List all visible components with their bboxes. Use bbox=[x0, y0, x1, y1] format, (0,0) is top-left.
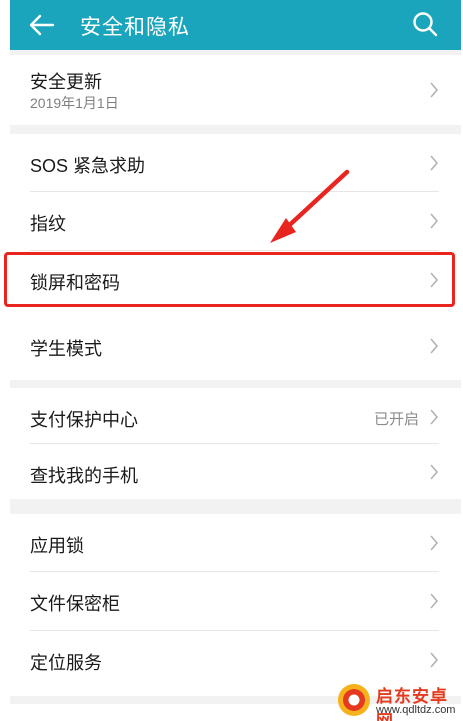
list-item-sublabel: 2019年1月1日 bbox=[30, 95, 119, 111]
chevron-right-icon bbox=[430, 535, 439, 551]
chevron-right-icon bbox=[430, 272, 439, 288]
chevron-right-icon bbox=[430, 155, 439, 171]
list-item-label: 查找我的手机 bbox=[30, 466, 138, 486]
list-item-label: 指纹 bbox=[30, 214, 66, 234]
chevron-right-icon bbox=[430, 652, 439, 668]
status-value: 已开启 bbox=[373, 411, 419, 428]
list-item-lockscreen-password[interactable]: 锁屏和密码 bbox=[10, 251, 461, 310]
list-item-student-mode[interactable]: 学生模式 bbox=[10, 310, 461, 380]
watermark: 启东安卓网 www.qdltdz.com bbox=[332, 680, 463, 721]
list-item-label: SOS 紧急求助 bbox=[30, 156, 146, 176]
list-item-find-my-phone[interactable]: 查找我的手机 bbox=[10, 444, 461, 499]
list-item-app-lock[interactable]: 应用锁 bbox=[10, 514, 461, 572]
list-item-fingerprint[interactable]: 指纹 bbox=[10, 192, 461, 251]
settings-screen: 安全和隐私 安全更新 2019年1月1日 SOS 紧急求助 指纹 锁屏和密码 学… bbox=[10, 0, 461, 721]
section-app-privacy: 应用锁 文件保密柜 定位服务 bbox=[10, 514, 461, 696]
chevron-right-icon bbox=[430, 213, 439, 229]
list-item-sos[interactable]: SOS 紧急求助 bbox=[10, 134, 461, 192]
list-item-security-update[interactable]: 安全更新 2019年1月1日 bbox=[10, 55, 461, 125]
section-security-features: SOS 紧急求助 指纹 锁屏和密码 学生模式 bbox=[10, 134, 461, 380]
list-item-label: 定位服务 bbox=[30, 653, 102, 673]
chevron-right-icon bbox=[430, 338, 439, 354]
list-item-label: 学生模式 bbox=[30, 339, 102, 359]
section-security-update: 安全更新 2019年1月1日 bbox=[10, 55, 461, 125]
list-item-label: 支付保护中心 bbox=[30, 410, 138, 430]
section-payment-find: 支付保护中心 已开启 查找我的手机 bbox=[10, 388, 461, 499]
arrow-left-icon[interactable] bbox=[28, 11, 56, 39]
chevron-right-icon bbox=[430, 593, 439, 609]
list-item-payment-protection[interactable]: 支付保护中心 已开启 bbox=[10, 388, 461, 444]
chevron-right-icon bbox=[430, 409, 439, 425]
app-bar: 安全和隐私 bbox=[10, 0, 461, 50]
watermark-logo-icon bbox=[338, 684, 370, 716]
search-icon[interactable] bbox=[411, 10, 439, 38]
list-item-label: 应用锁 bbox=[30, 536, 84, 556]
list-item-label: 文件保密柜 bbox=[30, 594, 120, 614]
watermark-url: www.qdltdz.com bbox=[376, 704, 456, 716]
list-item-label: 锁屏和密码 bbox=[30, 273, 120, 293]
chevron-right-icon bbox=[430, 82, 439, 98]
chevron-right-icon bbox=[430, 464, 439, 480]
list-item-file-safe[interactable]: 文件保密柜 bbox=[10, 572, 461, 631]
page-title: 安全和隐私 bbox=[80, 16, 190, 39]
list-item-label: 安全更新 bbox=[30, 72, 102, 92]
